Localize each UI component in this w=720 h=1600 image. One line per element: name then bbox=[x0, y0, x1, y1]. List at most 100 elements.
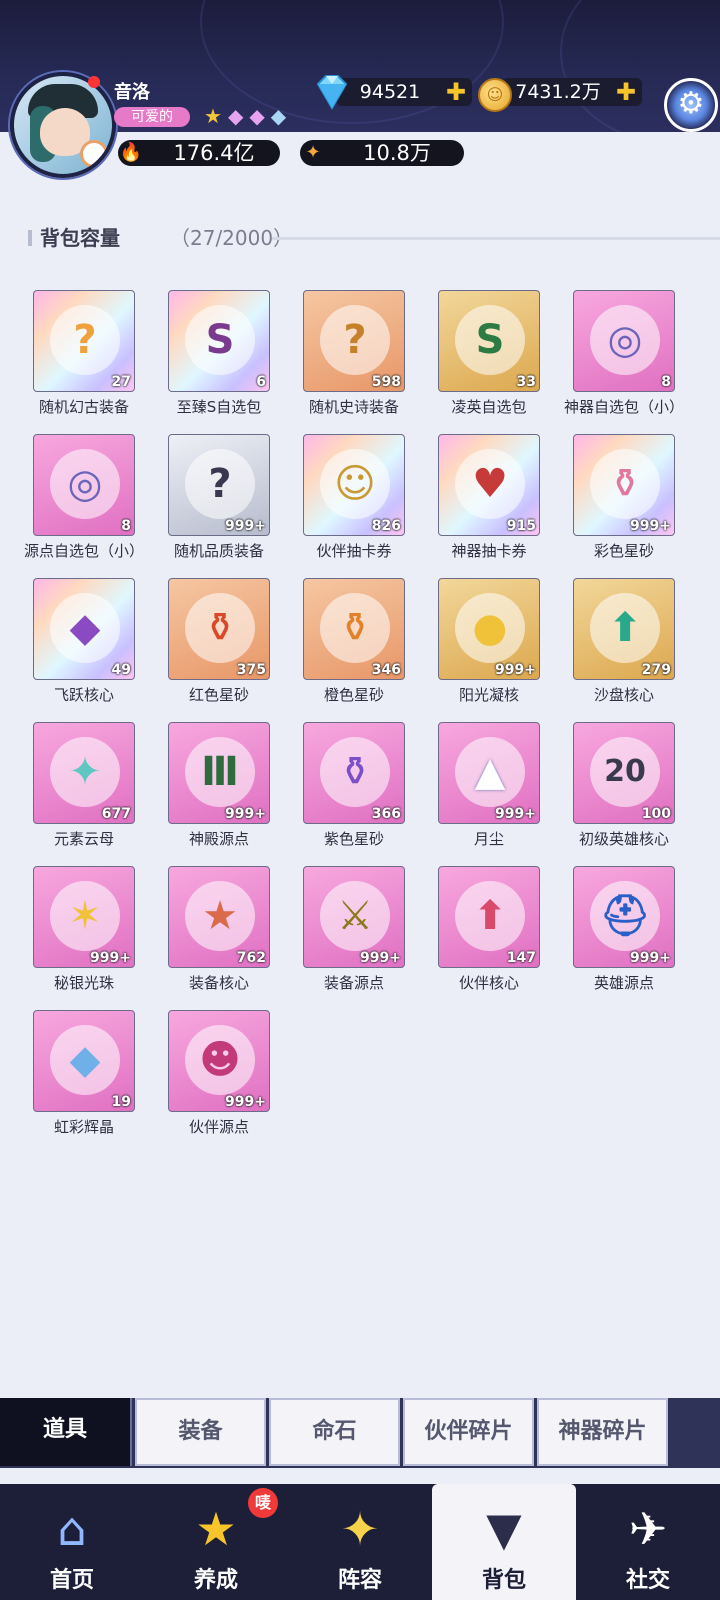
item-tile[interactable]: ⚱ 375 bbox=[168, 578, 270, 680]
item-quantity: 999+ bbox=[495, 806, 536, 822]
item-name: 阳光凝核 bbox=[458, 686, 519, 704]
inventory-item[interactable]: ✶ 999+ 秘银光珠 bbox=[33, 866, 137, 993]
player-title-badge[interactable]: 可爱的 bbox=[114, 107, 190, 127]
player-avatar[interactable] bbox=[10, 72, 116, 178]
item-tile[interactable]: ♥ 915 bbox=[438, 434, 540, 536]
inventory-item[interactable]: ⚱ 366 紫色星砂 bbox=[303, 722, 407, 849]
inventory-item[interactable]: ⬆ 147 伙伴核心 bbox=[438, 866, 542, 993]
item-quantity: 999+ bbox=[90, 950, 131, 966]
item-tile[interactable]: ● 999+ bbox=[438, 578, 540, 680]
source-chest-icon: ◎ bbox=[50, 449, 120, 519]
item-quantity: 8 bbox=[121, 518, 131, 534]
avatar-flower bbox=[80, 140, 108, 168]
nav-backpack-label: 背包 bbox=[481, 1568, 526, 1593]
tab-items[interactable]: 道具 bbox=[0, 1398, 132, 1466]
inventory-item[interactable]: ? 598 随机史诗装备 bbox=[303, 290, 407, 417]
inventory-item[interactable]: ⬆ 279 沙盘核心 bbox=[573, 578, 677, 705]
settings-gear-icon[interactable]: ⚙ bbox=[664, 78, 718, 132]
item-tile[interactable]: ? 999+ bbox=[168, 434, 270, 536]
red-sand-icon: ⚱ bbox=[185, 593, 255, 663]
secondary-stat: ✦ 10.8万 bbox=[300, 140, 464, 166]
inventory-item[interactable]: ◎ 8 神器自选包（小） bbox=[564, 290, 684, 417]
item-tile[interactable]: ⚱ 346 bbox=[303, 578, 405, 680]
nav-social[interactable]: ✈ 社交 bbox=[576, 1484, 720, 1600]
item-tile[interactable]: ⚔ 999+ bbox=[303, 866, 405, 968]
item-tile[interactable]: ◎ 8 bbox=[573, 290, 675, 392]
item-tile[interactable]: Ⅲ 999+ bbox=[168, 722, 270, 824]
add-diamonds-button[interactable]: ✚ bbox=[446, 79, 466, 105]
item-quantity: 19 bbox=[111, 1094, 131, 1110]
temple-source-icon: Ⅲ bbox=[185, 737, 255, 807]
item-tile[interactable]: ▲ 999+ bbox=[438, 722, 540, 824]
item-name: 装备核心 bbox=[188, 974, 249, 992]
chest-epic-icon: ? bbox=[320, 305, 390, 375]
tab-partner-shards[interactable]: 伙伴碎片 bbox=[403, 1398, 534, 1466]
item-tile[interactable]: 20 100 bbox=[573, 722, 675, 824]
item-tile[interactable]: ☻ 999+ bbox=[168, 1010, 270, 1112]
inventory-item[interactable]: ★ 762 装备核心 bbox=[168, 866, 272, 993]
inventory-item[interactable]: ● 999+ 阳光凝核 bbox=[438, 578, 542, 705]
inventory-item[interactable]: ♥ 915 神器抽卡券 bbox=[438, 434, 542, 561]
inventory-item[interactable]: ⚱ 999+ 彩色星砂 bbox=[573, 434, 677, 561]
item-tile[interactable]: ◆ 49 bbox=[33, 578, 135, 680]
nav-home[interactable]: ⌂ 首页 bbox=[0, 1484, 144, 1600]
inventory-item[interactable]: ? 27 随机幻古装备 bbox=[33, 290, 137, 417]
inventory-item[interactable]: ◆ 19 虹彩辉晶 bbox=[33, 1010, 137, 1137]
inventory-item[interactable]: S 6 至臻S自选包 bbox=[168, 290, 272, 417]
item-tile[interactable]: ⚱ 999+ bbox=[573, 434, 675, 536]
item-tile[interactable]: ⬆ 279 bbox=[573, 578, 675, 680]
nav-formation-label: 阵容 bbox=[337, 1568, 382, 1593]
inventory-item[interactable]: ✦ 677 元素云母 bbox=[33, 722, 137, 849]
inventory-item[interactable]: ◆ 49 飞跃核心 bbox=[33, 578, 137, 705]
nav-backpack[interactable]: ▼ 背包 bbox=[432, 1484, 576, 1600]
inventory-item[interactable]: Ⅲ 999+ 神殿源点 bbox=[168, 722, 272, 849]
inventory-item[interactable]: 20 100 初级英雄核心 bbox=[573, 722, 677, 849]
tab-artifact-shards[interactable]: 神器碎片 bbox=[537, 1398, 668, 1466]
social-icon: ✈ bbox=[628, 1502, 668, 1556]
inventory-item[interactable]: ◎ 8 源点自选包（小） bbox=[24, 434, 144, 561]
inventory-item[interactable]: ☺ 826 伙伴抽卡券 bbox=[303, 434, 407, 561]
inventory-item[interactable]: ⚱ 346 橙色星砂 bbox=[303, 578, 407, 705]
item-name: 秘银光珠 bbox=[53, 974, 114, 992]
item-tile[interactable]: S 33 bbox=[438, 290, 540, 392]
hero-core-icon: 20 bbox=[590, 737, 660, 807]
item-tile[interactable]: ⛑ 999+ bbox=[573, 866, 675, 968]
mystery-chest-icon: ? bbox=[185, 449, 255, 519]
inventory-item[interactable]: S 33 凌英自选包 bbox=[438, 290, 542, 417]
item-tile[interactable]: ◎ 8 bbox=[33, 434, 135, 536]
item-name: 紫色星砂 bbox=[323, 830, 384, 848]
inventory-item[interactable]: ⚱ 375 红色星砂 bbox=[168, 578, 272, 705]
inventory-item[interactable]: ⚔ 999+ 装备源点 bbox=[303, 866, 407, 993]
iridescent-crystal-icon: ◆ bbox=[50, 1025, 120, 1095]
item-tile[interactable]: ? 27 bbox=[33, 290, 135, 392]
item-tile[interactable]: ◆ 19 bbox=[33, 1010, 135, 1112]
inventory-item[interactable]: ☻ 999+ 伙伴源点 bbox=[168, 1010, 272, 1137]
item-tile[interactable]: ☺ 826 bbox=[303, 434, 405, 536]
item-tile[interactable]: ✦ 677 bbox=[33, 722, 135, 824]
add-gold-button[interactable]: ✚ bbox=[616, 79, 636, 105]
inventory-item[interactable]: ? 999+ 随机品质装备 bbox=[168, 434, 272, 561]
item-tile[interactable]: ? 598 bbox=[303, 290, 405, 392]
item-tile[interactable]: S6 bbox=[168, 290, 270, 392]
item-tile[interactable]: ⚱ 366 bbox=[303, 722, 405, 824]
item-quantity: 677 bbox=[101, 806, 131, 822]
item-quantity: 27 bbox=[111, 374, 131, 390]
tab-equipment[interactable]: 装备 bbox=[135, 1398, 266, 1466]
item-quantity: 100 bbox=[641, 806, 671, 822]
element-mica-icon: ✦ bbox=[50, 737, 120, 807]
rank-diamond-icon: ◆ bbox=[249, 104, 265, 128]
item-tile[interactable]: ⬆ 147 bbox=[438, 866, 540, 968]
nav-formation[interactable]: ✦ 阵容 bbox=[288, 1484, 432, 1600]
nav-home-label: 首页 bbox=[49, 1568, 94, 1593]
inventory-item[interactable]: ⛑ 999+ 英雄源点 bbox=[573, 866, 677, 993]
item-tile[interactable]: ★ 762 bbox=[168, 866, 270, 968]
item-name: 伙伴抽卡券 bbox=[316, 542, 392, 560]
item-tile[interactable]: ✶ 999+ bbox=[33, 866, 135, 968]
inventory-item[interactable]: ▲ 999+ 月尘 bbox=[438, 722, 542, 849]
section-marker bbox=[28, 230, 32, 246]
mithril-orb-icon: ✶ bbox=[50, 881, 120, 951]
item-name: 随机史诗装备 bbox=[308, 398, 399, 416]
item-quantity: 147 bbox=[506, 950, 536, 966]
bottom-navigation: ⌂ 首页 ★ 养成 ✦ 阵容 ▼ 背包 ✈ 社交 bbox=[0, 1484, 720, 1600]
tab-fate-stones[interactable]: 命石 bbox=[269, 1398, 400, 1466]
